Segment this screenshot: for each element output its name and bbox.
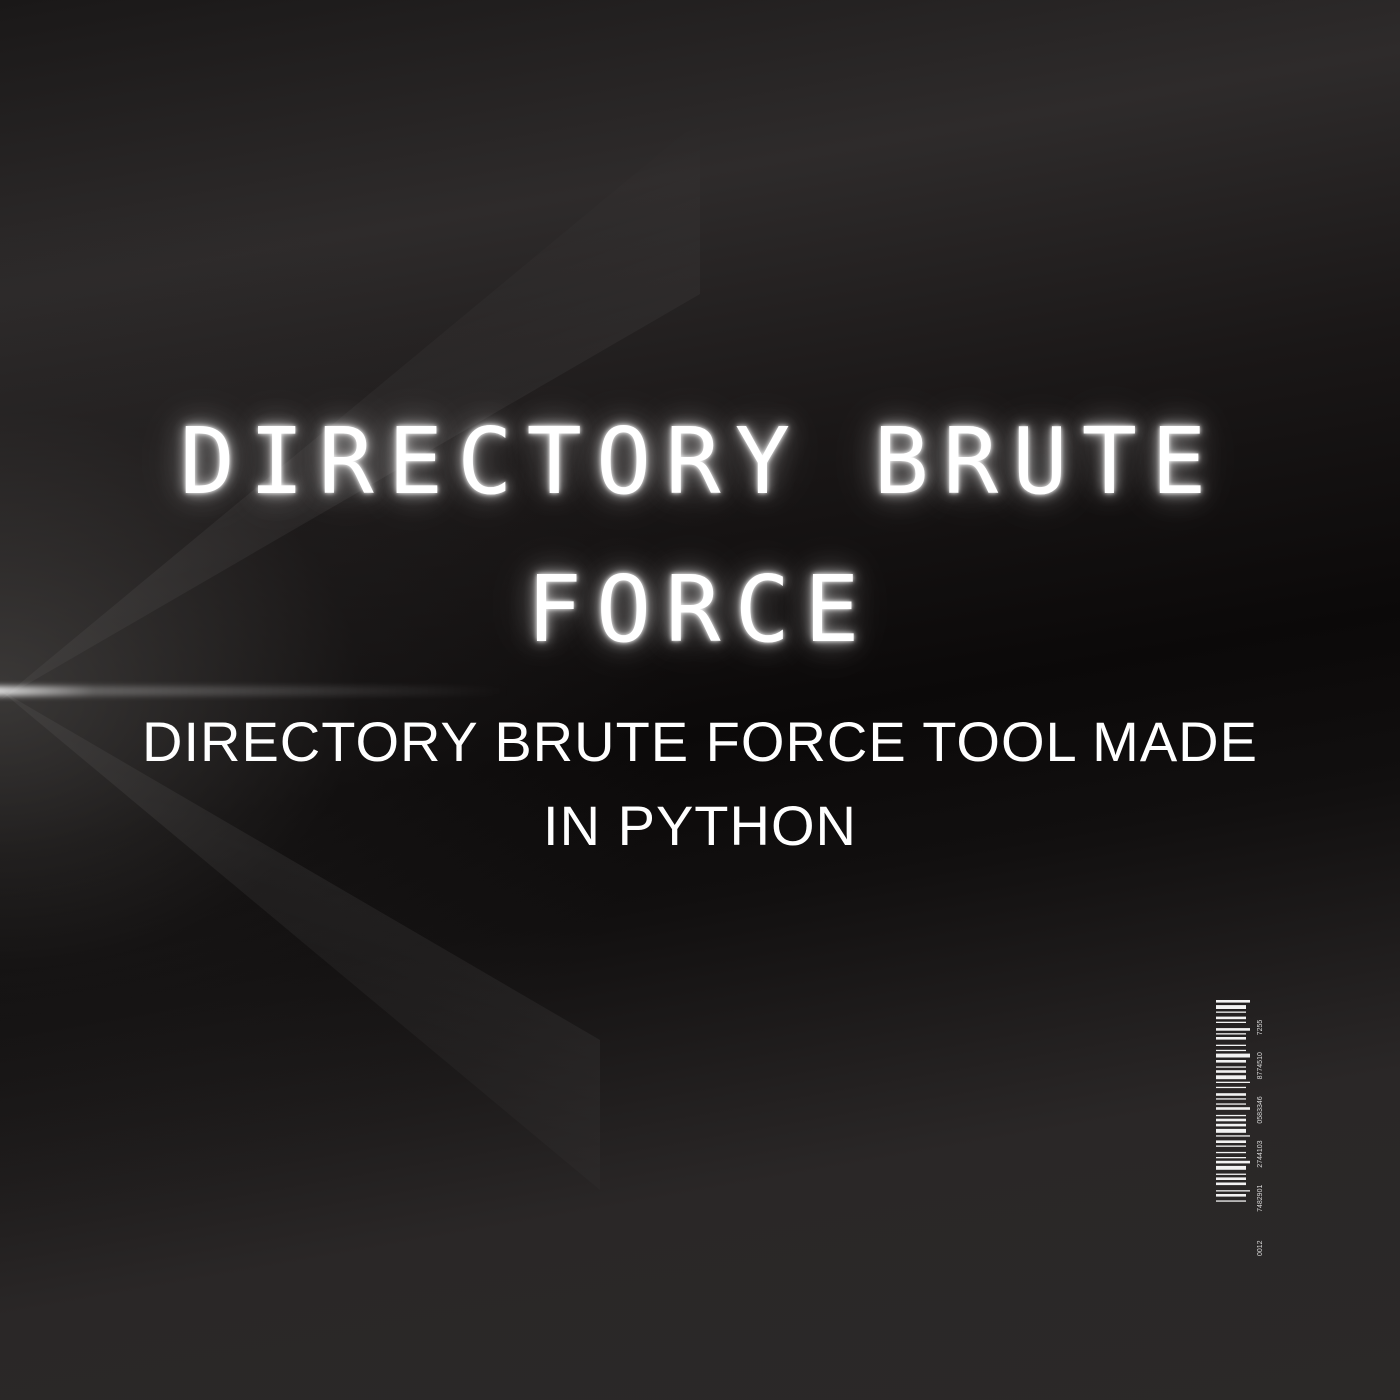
barcode-digit-group: 7482901 bbox=[1257, 1185, 1264, 1212]
barcode-digit-group: 2744103 bbox=[1257, 1140, 1264, 1167]
barcode-bar bbox=[1216, 1037, 1246, 1040]
barcode-bar bbox=[1216, 1070, 1246, 1073]
barcode-bar bbox=[1216, 1011, 1246, 1013]
subtitle-line-1: DIRECTORY BRUTE FORCE TOOL MADE bbox=[142, 710, 1258, 773]
title-line-1: DIRECTORY BRUTE bbox=[179, 408, 1221, 515]
barcode-bars bbox=[1216, 1000, 1250, 1202]
barcode-bar bbox=[1216, 1060, 1246, 1063]
barcode-bar bbox=[1216, 1190, 1250, 1192]
barcode-digit-group: 7255 bbox=[1257, 1020, 1264, 1036]
barcode-bar bbox=[1216, 1160, 1250, 1164]
barcode-bar bbox=[1216, 1123, 1246, 1127]
barcode-bar bbox=[1216, 1107, 1250, 1110]
barcode-bar bbox=[1216, 1049, 1246, 1052]
barcode-bar bbox=[1216, 1075, 1246, 1080]
barcode-bar bbox=[1216, 1066, 1246, 1068]
barcode-digits: 0012 7482901 2744103 0583346 8774510 7255 bbox=[1257, 1020, 1264, 1256]
barcode-bar bbox=[1216, 1033, 1246, 1035]
barcode-bar bbox=[1216, 1128, 1246, 1133]
barcode-bar bbox=[1216, 1098, 1246, 1100]
barcode-bar bbox=[1216, 1000, 1250, 1003]
barcode-bar bbox=[1216, 1044, 1246, 1046]
barcode-digit-group: 8774510 bbox=[1257, 1052, 1264, 1079]
lens-flare bbox=[0, 686, 510, 696]
barcode-digit-group: 0012 bbox=[1257, 1240, 1264, 1256]
barcode-bar bbox=[1216, 1086, 1246, 1089]
barcode-digit-group: 0583346 bbox=[1257, 1096, 1264, 1123]
barcode-bar bbox=[1216, 1021, 1246, 1023]
barcode-bar bbox=[1216, 1135, 1250, 1137]
barcode-bar bbox=[1216, 1200, 1246, 1202]
barcode-bar bbox=[1216, 1140, 1246, 1143]
barcode-bar bbox=[1216, 1114, 1246, 1117]
barcode-bar bbox=[1216, 1093, 1246, 1096]
barcode-bar bbox=[1216, 1182, 1246, 1186]
cover-canvas: DIRECTORY BRUTE FORCE DIRECTORY BRUTE FO… bbox=[0, 0, 1400, 1400]
barcode-bar bbox=[1216, 1081, 1250, 1083]
barcode-bar bbox=[1216, 1103, 1246, 1105]
barcode-bar bbox=[1216, 1145, 1246, 1147]
barcode-bar bbox=[1216, 1165, 1246, 1170]
barcode-bar bbox=[1216, 1005, 1246, 1009]
title-line-2: FORCE bbox=[526, 556, 874, 663]
barcode-bar bbox=[1216, 1194, 1246, 1197]
subtitle: DIRECTORY BRUTE FORCE TOOL MADE IN PYTHO… bbox=[0, 700, 1400, 868]
barcode-bar bbox=[1216, 1016, 1246, 1020]
barcode-bar bbox=[1216, 1028, 1250, 1031]
barcode-bar bbox=[1216, 1177, 1246, 1180]
subtitle-line-2: IN PYTHON bbox=[543, 794, 857, 857]
barcode-bar bbox=[1216, 1053, 1250, 1058]
barcode: 0012 7482901 2744103 0583346 8774510 7255 bbox=[1216, 1000, 1264, 1256]
barcode-bar bbox=[1216, 1157, 1246, 1159]
barcode-bar bbox=[1216, 1151, 1246, 1154]
barcode-bar bbox=[1216, 1173, 1246, 1175]
barcode-bar bbox=[1216, 1118, 1246, 1122]
